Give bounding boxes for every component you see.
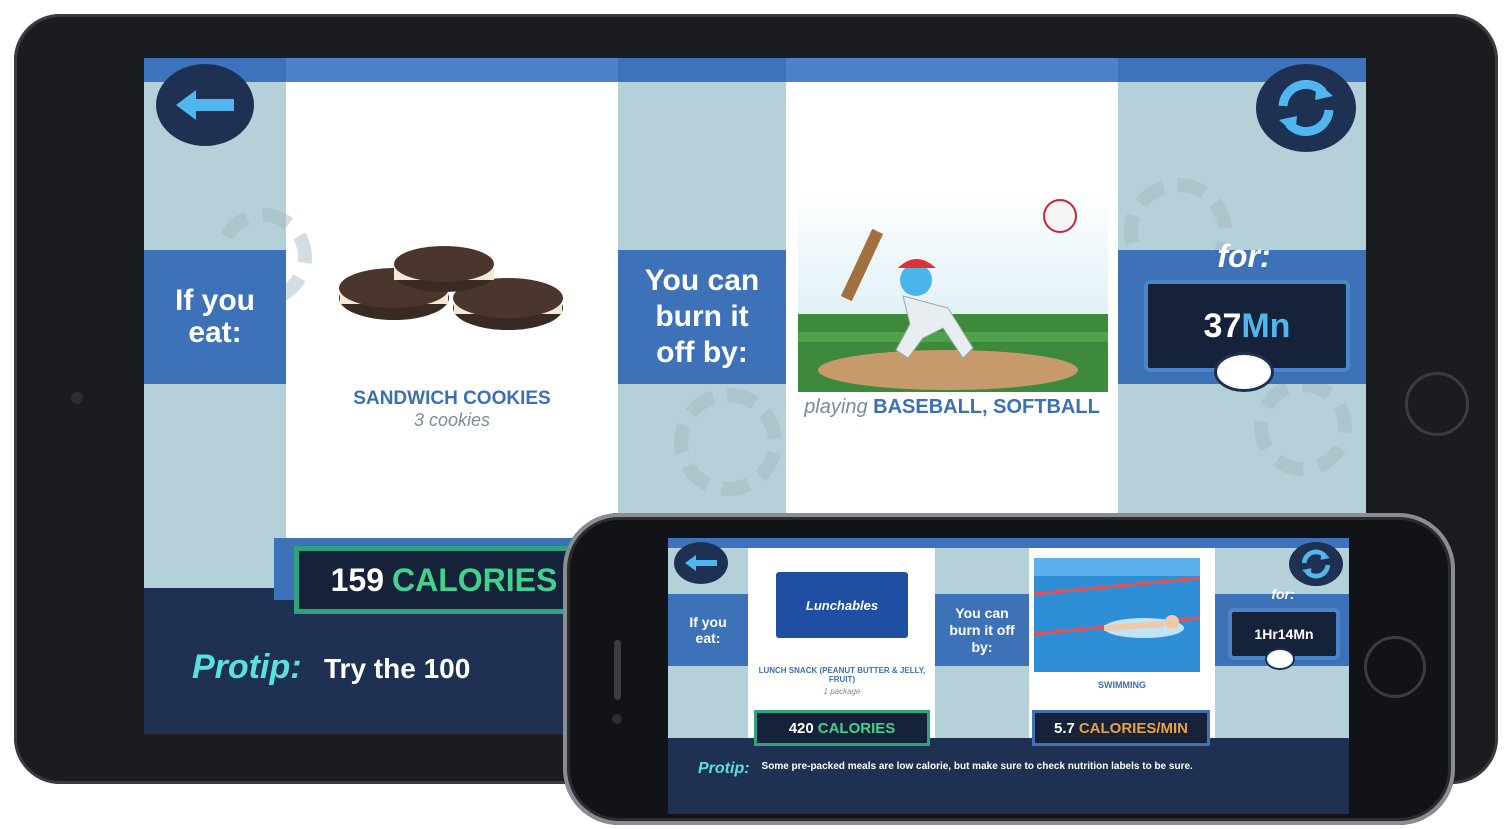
top-bar-gap (286, 58, 618, 82)
protip-label: Protip: (192, 648, 302, 686)
tablet-home-button[interactable] (1405, 372, 1469, 436)
arrow-left-icon (176, 90, 234, 120)
phone-activity-name: SWIMMING (1098, 680, 1146, 690)
lunch-snack-image: Lunchables (776, 572, 908, 638)
food-serving: 3 cookies (413, 410, 491, 430)
phone-food-card[interactable] (748, 538, 935, 738)
activity-prefix: playing (804, 396, 868, 418)
calorie-display: 159 CALORIES (294, 546, 594, 614)
phone-camera (612, 714, 622, 724)
phone-if-you-eat-band: If you eat: (668, 594, 748, 666)
protip-text: Try the 100 (324, 653, 471, 684)
activity-caption: playing BASEBALL, SOFTBALL (786, 396, 1118, 418)
tablet-camera (71, 392, 83, 404)
phone-home-button[interactable] (1364, 636, 1426, 698)
package-brand: Lunchables (805, 597, 879, 613)
phone-protip-text: Some pre-packed meals are low calorie, b… (761, 761, 1193, 772)
phone-calorie-display: 420 CALORIES (754, 710, 930, 746)
refresh-button[interactable] (1256, 64, 1356, 152)
phone-protip-row: Protip: Some pre-packed meals are low ca… (698, 760, 1338, 804)
activity-name: BASEBALL, SOFTBALL (873, 396, 1100, 418)
phone-top-bar (668, 538, 1349, 548)
gear-icon (674, 388, 782, 496)
sandwich-cookies-image (339, 246, 563, 330)
phone-for-label: for: (1271, 586, 1295, 602)
top-bar-gap-2 (786, 58, 1118, 82)
food-name: SANDWICH COOKIES (353, 388, 551, 409)
phone-if-you-eat-label: If you eat: (689, 614, 727, 646)
calorie-unit: CALORIES (392, 561, 558, 598)
refresh-icon (1278, 79, 1334, 137)
phone-back-button[interactable] (674, 542, 728, 584)
duration-unit: Mn (1241, 306, 1291, 345)
phone-calorie-unit: CALORIES (817, 719, 896, 737)
gear-icon (1254, 378, 1352, 476)
if-you-eat-band: If you eat: (144, 250, 286, 384)
for-label: for: (1217, 238, 1271, 274)
back-button[interactable] (156, 64, 254, 146)
phone-duration-value: 1Hr14Mn (1254, 626, 1314, 642)
phone-refresh-button[interactable] (1289, 542, 1343, 586)
protip-row: Protip: Try the 100 (192, 648, 612, 688)
phone-burn-band: You can burn it off by: (935, 594, 1029, 666)
phone-protip-label: Protip: (698, 760, 750, 777)
refresh-icon (1301, 549, 1331, 579)
phone-food-name: LUNCH SNACK (PEANUT BUTTER & JELLY, FRUI… (758, 666, 926, 684)
phone-burn-label: You can burn it off by: (949, 604, 1015, 655)
arrow-left-icon (685, 555, 717, 571)
if-you-eat-label: If you eat: (175, 284, 255, 349)
burn-it-off-label: You can burn it off by: (644, 264, 760, 369)
phone-food-serving: 1 package (823, 687, 861, 696)
phone-calorie-value: 420 (788, 719, 814, 737)
duration-slider-knob[interactable] (1214, 352, 1274, 392)
baseball-player-image (798, 188, 1108, 392)
phone-rate-display: 5.7 CALORIES/MIN (1032, 710, 1210, 746)
swimming-image (1034, 558, 1200, 672)
phone-duration-slider-knob[interactable] (1265, 648, 1295, 670)
phone-speaker (614, 640, 621, 700)
phone-rate-unit: CALORIES/MIN (1078, 719, 1189, 737)
calorie-value: 159 (330, 561, 385, 598)
phone-screen: If you eat: Lunchables LUNCH SNACK (PEAN… (668, 538, 1349, 814)
duration-value: 37 (1203, 306, 1242, 345)
burn-it-off-band: You can burn it off by: (618, 250, 786, 384)
phone-rate-value: 5.7 (1053, 719, 1075, 737)
